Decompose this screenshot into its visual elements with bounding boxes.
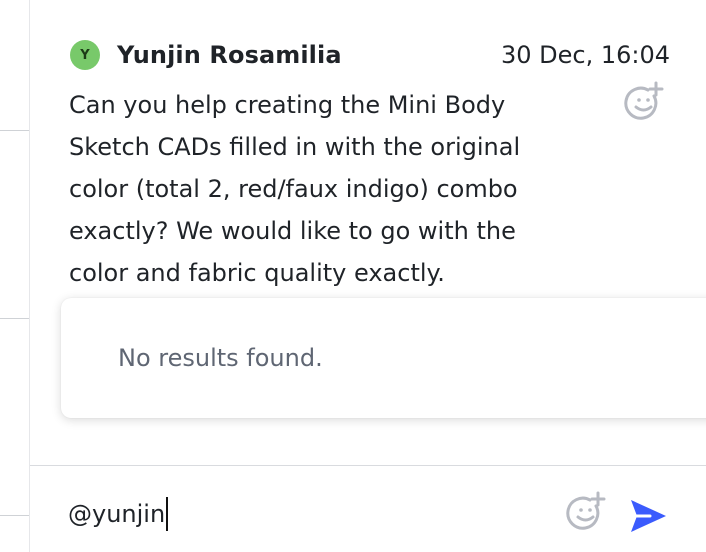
message-timestamp: 30 Dec, 16:04 (500, 41, 670, 69)
mention-suggestions-popup: No results found. (61, 298, 706, 418)
author-name: Yunjin Rosamilia (117, 41, 342, 69)
message-text: Can you help creating the Mini Body Sket… (69, 91, 521, 287)
comment-input-value: @yunjin (68, 500, 166, 528)
comment-input[interactable]: @yunjin (68, 496, 169, 532)
divider (0, 130, 29, 131)
divider (0, 318, 29, 319)
avatar: Y (70, 40, 100, 70)
left-panel-edge (0, 0, 30, 552)
send-button[interactable] (626, 494, 670, 538)
divider (0, 515, 29, 516)
no-results-message: No results found. (118, 344, 323, 372)
emoji-picker-icon[interactable] (564, 490, 608, 534)
send-icon (631, 500, 666, 532)
add-reaction-icon[interactable] (622, 80, 666, 124)
text-caret (166, 497, 169, 531)
